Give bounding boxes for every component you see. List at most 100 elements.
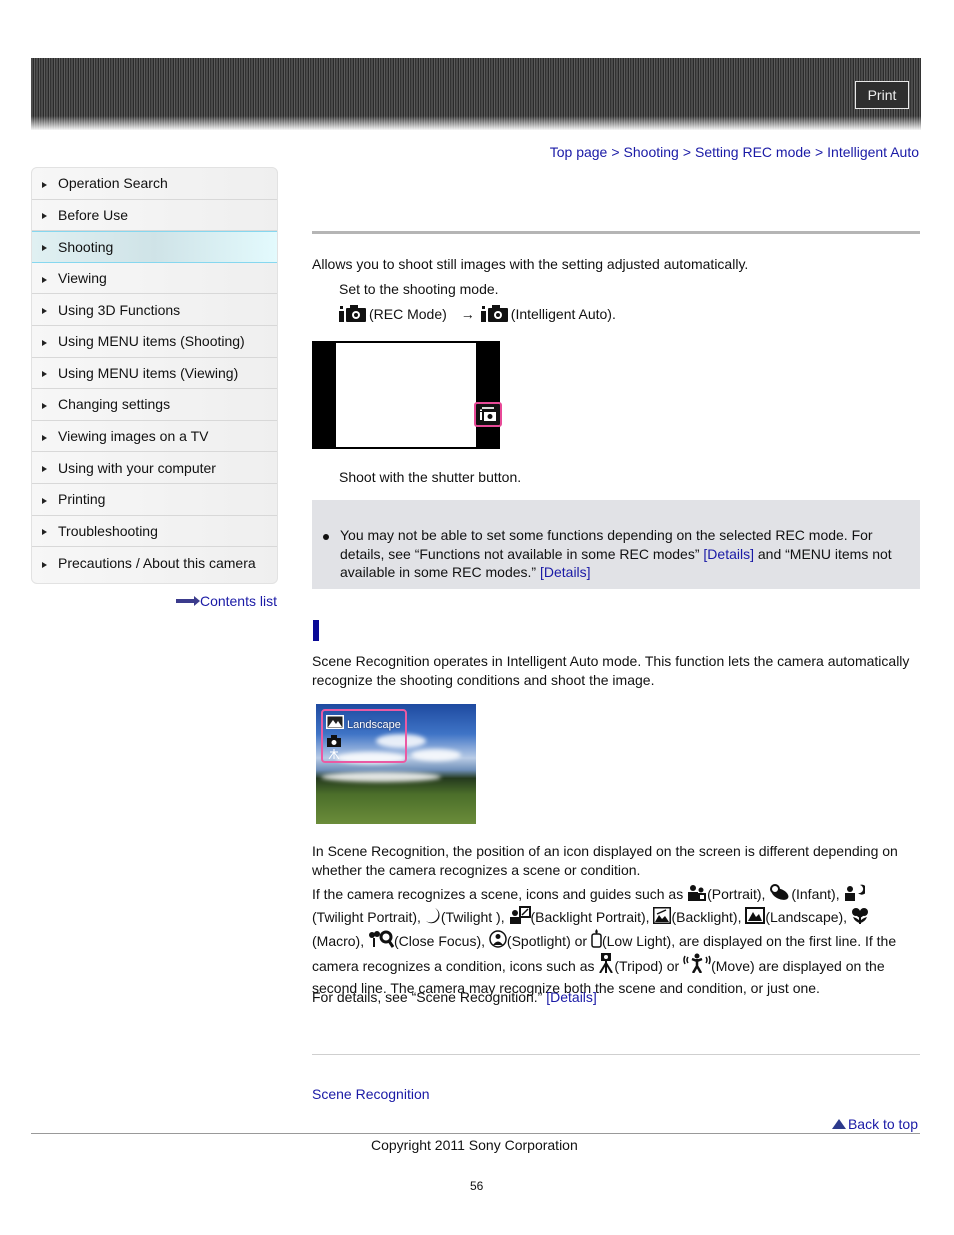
screen-display-area (336, 343, 476, 447)
backlight-portrait-icon (509, 905, 531, 924)
triangle-right-icon (42, 402, 47, 409)
related-divider (312, 1054, 920, 1055)
sidebar-item-printing[interactable]: Printing (32, 484, 277, 516)
copyright-text: Copyright 2011 Sony Corporation (371, 1137, 578, 1153)
text: (Spotlight) or (506, 933, 591, 949)
breadcrumb-shooting[interactable]: Shooting (624, 144, 679, 160)
sidebar-item-changing-settings[interactable]: Changing settings (32, 389, 277, 421)
sidebar-item-using-3d-functions[interactable]: Using 3D Functions (32, 294, 277, 326)
sidebar-item-label: Shooting (58, 238, 114, 255)
details-link[interactable]: [Details] (546, 989, 597, 1005)
camera-mode-icon (480, 407, 496, 421)
sidebar-item-troubleshooting[interactable]: Troubleshooting (32, 516, 277, 548)
scene-recognition-para2: If the camera recognizes a scene, icons … (312, 883, 920, 1000)
landscape-icon (745, 906, 766, 924)
intelligent-auto-icon (339, 305, 366, 322)
section-heading-marker (313, 620, 319, 641)
sidebar-item-label: Operation Search (58, 175, 168, 192)
sidebar-item-shooting[interactable]: Shooting (32, 231, 277, 263)
intelligent-auto-icon (480, 305, 508, 322)
page-number: 56 (470, 1179, 484, 1193)
sidebar-item-menu-viewing[interactable]: Using MENU items (Viewing) (32, 358, 277, 390)
triangle-right-icon (42, 371, 47, 378)
triangle-up-icon (831, 1119, 846, 1129)
infant-icon (770, 884, 789, 900)
scene-recognition-para3: For details, see “Scene Recognition.” [D… (312, 988, 597, 1007)
sidebar-item-label: Viewing (58, 270, 107, 287)
triangle-right-icon (42, 245, 47, 252)
move-icon (683, 953, 711, 973)
scene-recognition-para1: In Scene Recognition, the position of an… (312, 843, 898, 878)
text: (Backlight Portrait), (530, 908, 654, 925)
camera-icon (327, 735, 341, 747)
sidebar-item-label: Changing settings (58, 396, 171, 413)
triangle-right-icon (42, 434, 47, 441)
sidebar-item-label: Troubleshooting (58, 522, 158, 539)
contents-list-link[interactable]: Contents list (175, 593, 277, 609)
cloud (411, 749, 461, 761)
note-text: You may not be able to set some function… (340, 526, 912, 582)
sidebar-item-label: Precautions / About this camera (58, 555, 256, 572)
portrait-icon (688, 885, 707, 901)
scene-recognition-highlight: Landscape (321, 709, 407, 763)
intelligent-auto-label: (Intelligent Auto). (510, 305, 616, 322)
back-to-top-link[interactable]: Back to top (831, 1116, 918, 1132)
title-divider (312, 231, 920, 234)
rec-mode-highlight (474, 402, 502, 427)
print-button[interactable]: Print (855, 81, 909, 109)
landscape-icon (326, 715, 344, 729)
macro-icon (851, 907, 868, 924)
breadcrumb-setting-rec-mode[interactable]: Setting REC mode (695, 144, 811, 160)
triangle-right-icon (42, 213, 47, 220)
triangle-right-icon (42, 529, 47, 536)
spotlight-icon (489, 930, 507, 948)
text: (Infant), (791, 886, 844, 902)
sidebar-item-viewing[interactable]: Viewing (32, 263, 277, 295)
back-to-top-label: Back to top (847, 1116, 918, 1132)
twilight-icon (425, 907, 440, 923)
text: (Backlight), (671, 908, 746, 925)
breadcrumb: Top page > Shooting > Setting REC mode > Intel… (550, 144, 919, 160)
tripod-icon (599, 952, 614, 973)
footer-divider (31, 1133, 920, 1134)
contents-list-label: Contents list (199, 593, 277, 609)
sidebar-item-computer[interactable]: Using with your computer (32, 452, 277, 484)
sidebar-item-before-use[interactable]: Before Use (32, 200, 277, 232)
triangle-right-icon (42, 339, 47, 346)
sidebar-nav: Operation Search Before Use Shooting Vie… (31, 167, 278, 585)
text: (Close Focus), (394, 933, 489, 949)
bullet-icon (323, 534, 329, 540)
breadcrumb-intelligent-auto[interactable]: Intelligent Auto (827, 144, 919, 160)
text: (Twilight Portrait), (312, 908, 425, 925)
text: (Tripod) or (614, 957, 684, 974)
sidebar-item-viewing-tv[interactable]: Viewing images on a TV (32, 421, 277, 453)
text: (Twilight ), (440, 908, 509, 925)
details-link[interactable]: [Details] (703, 546, 754, 562)
scene-recognition-intro: Scene Recognition operates in Intelligen… (312, 653, 910, 688)
details-link[interactable]: [Details] (540, 564, 591, 580)
triangle-right-icon (42, 561, 47, 568)
sidebar-item-precautions[interactable]: Precautions / About this camera (32, 547, 277, 583)
sidebar-item-label: Viewing images on a TV (58, 428, 209, 445)
sidebar-item-operation-search[interactable]: Operation Search (32, 168, 277, 200)
twilight-portrait-icon (845, 884, 866, 901)
backlight-icon (653, 906, 672, 924)
sidebar-item-menu-shooting[interactable]: Using MENU items (Shooting) (32, 326, 277, 358)
triangle-right-icon (42, 181, 47, 188)
text: (Macro), (312, 933, 368, 949)
rec-mode-label: (REC Mode) (369, 305, 447, 322)
step1-text: Set to the shooting mode. (339, 281, 499, 297)
sidebar-item-label: Using with your computer (58, 459, 216, 476)
breadcrumb-separator: > (682, 144, 691, 160)
camera-screen-illustration (312, 341, 502, 449)
text: (Portrait), (707, 886, 770, 902)
triangle-right-icon (42, 466, 47, 473)
triangle-right-icon (42, 497, 47, 504)
triangle-right-icon (42, 276, 47, 283)
arrow-right-icon: → (460, 305, 475, 322)
tripod-icon (328, 749, 340, 759)
breadcrumb-top-page[interactable]: Top page (550, 144, 608, 160)
close-focus-icon (369, 930, 394, 948)
related-topic-scene-recognition-link[interactable]: Scene Recognition (312, 1085, 430, 1104)
sidebar-item-label: Before Use (58, 206, 129, 223)
